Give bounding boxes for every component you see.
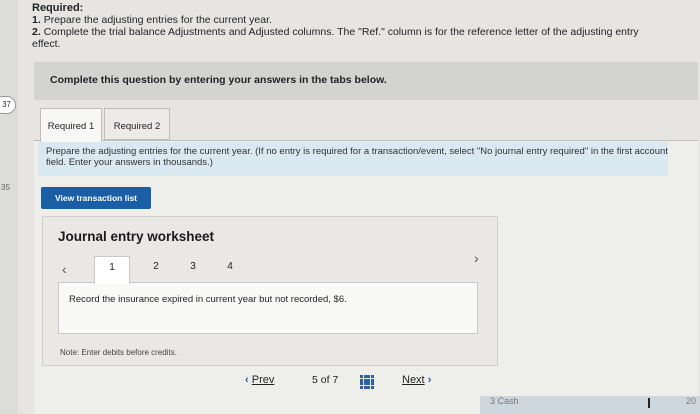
chevron-right-icon[interactable]: › [474, 250, 479, 266]
edge-number: 35 [1, 183, 10, 192]
instruction-bar: Complete this question by entering your … [34, 62, 698, 100]
next-button[interactable]: Next › [402, 374, 431, 386]
grid-icon[interactable] [360, 375, 374, 389]
page-current: 5 [312, 374, 318, 386]
requirements-heading: Required: [32, 2, 84, 14]
left-edge-strip [0, 0, 18, 414]
worksheet-page-4[interactable]: 4 [212, 256, 248, 282]
debits-credits-note: Note: Enter debits before credits. [60, 348, 177, 357]
worksheet-page-3[interactable]: 3 [175, 256, 211, 282]
requirement-1-num: 1. [32, 14, 41, 26]
worksheet-page-2[interactable]: 2 [138, 256, 174, 282]
worksheet-title: Journal entry worksheet [58, 229, 215, 244]
tab-required-1[interactable]: Required 1 [40, 108, 102, 142]
requirement-1-text: Prepare the adjusting entries for the cu… [43, 14, 272, 26]
bottom-fragment-cash: 3 Cash [490, 396, 519, 406]
next-arrow-icon: › [427, 374, 432, 386]
page-of: of [320, 374, 330, 386]
bottom-fragment-right: 20 [686, 396, 697, 406]
bottom-divider [648, 398, 650, 408]
worksheet-page-1[interactable]: 1 [94, 256, 130, 284]
requirement-2-text: Complete the trial balance Adjustments a… [43, 26, 639, 38]
tab-required-2[interactable]: Required 2 [104, 108, 170, 140]
page-indicator: 5 of 7 [312, 374, 338, 386]
view-transaction-list-button[interactable]: View transaction list [41, 187, 151, 209]
prev-button[interactable]: ‹ Prev [245, 374, 274, 386]
page-total: 7 [332, 374, 339, 386]
prev-label: Prev [251, 374, 275, 386]
transaction-description: Record the insurance expired in current … [58, 282, 478, 334]
requirement-2: 2. Complete the trial balance Adjustment… [32, 26, 672, 38]
requirement-1: 1. Prepare the adjusting entries for the… [32, 14, 672, 26]
prev-arrow-icon: ‹ [245, 374, 249, 386]
requirement-2-continued: effect. [32, 38, 61, 50]
chevron-left-icon[interactable]: ‹ [62, 261, 67, 277]
requirement-2-num: 2. [32, 26, 41, 38]
next-label: Next [402, 374, 425, 386]
prepare-instructions: Prepare the adjusting entries for the cu… [38, 142, 668, 176]
